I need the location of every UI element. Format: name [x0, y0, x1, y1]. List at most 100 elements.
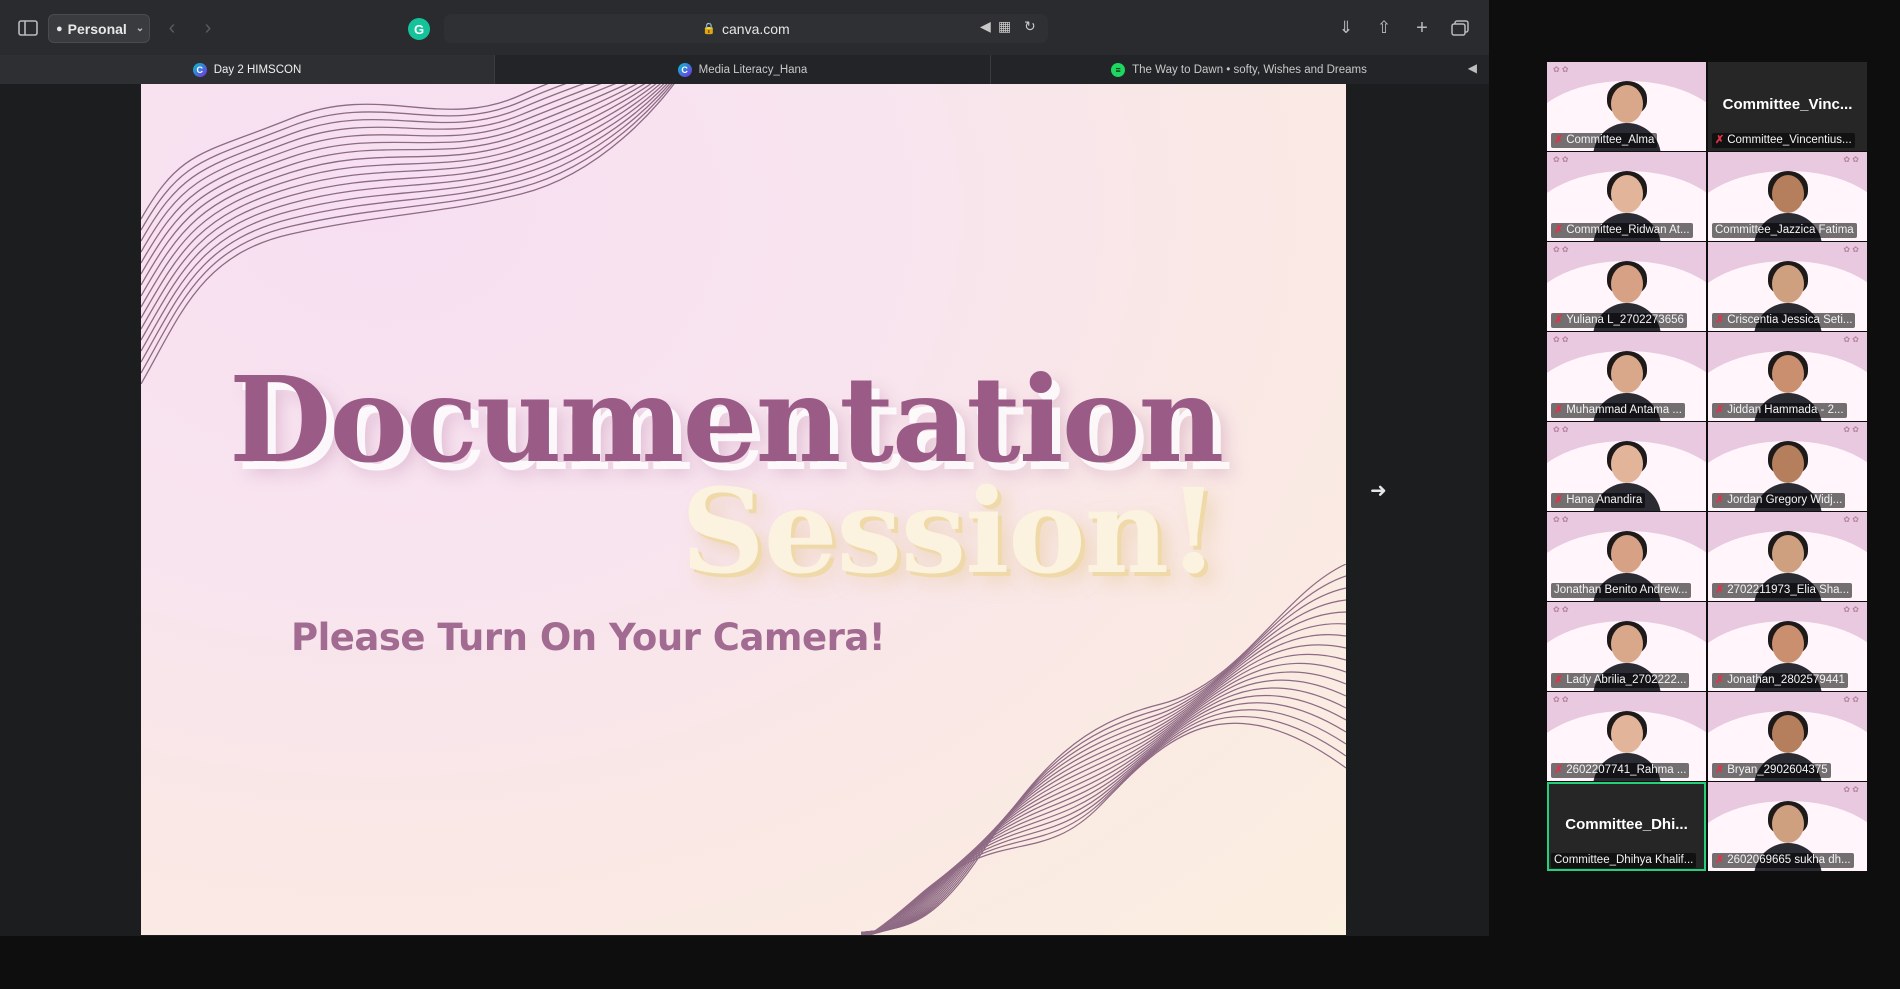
slide-subtitle: Please Turn On Your Camera! — [291, 616, 886, 659]
participant-name-label: ✗ Criscentia Jessica Seti... — [1712, 313, 1864, 328]
mic-muted-icon: ✗ — [1715, 764, 1725, 776]
mic-muted-icon: ✗ — [1715, 494, 1725, 506]
address-text: canva.com — [722, 20, 790, 37]
participant-name: Muhammad Antama ... — [1566, 404, 1682, 416]
mic-muted-icon: ✗ — [1715, 134, 1725, 146]
background-logo-icon: ✿ ✿ — [1843, 245, 1859, 254]
participant-name: 2702211973_Elia Sha... — [1727, 584, 1850, 596]
tab-overview-icon[interactable] — [1446, 14, 1474, 42]
tab-label: The Way to Dawn • softy, Wishes and Drea… — [1132, 63, 1367, 76]
participant-tile[interactable]: ✿ ✿ ✗ 2702211973_Elia Sha... — [1708, 512, 1867, 601]
mic-muted-icon: ✗ — [1715, 674, 1725, 686]
chevron-down-icon: ⌄ — [135, 23, 145, 34]
participant-name-label: Jonathan Benito Andrew... — [1551, 583, 1703, 598]
participant-tile[interactable]: ✿ ✿ ✗ 2602207741_Rahma ... — [1547, 692, 1706, 781]
background-logo-icon: ✿ ✿ — [1553, 605, 1569, 614]
address-bar[interactable]: 🔒 canva.com — [444, 14, 1048, 43]
participant-tile[interactable]: ✿ ✿ ✗ Yuliana L_2702273656 — [1547, 242, 1706, 331]
back-icon[interactable]: ‹ — [158, 14, 186, 42]
background-logo-icon: ✿ ✿ — [1843, 605, 1859, 614]
participant-name: Jiddan Hammada - 2... — [1727, 404, 1844, 416]
mic-muted-icon: ✗ — [1715, 314, 1725, 326]
participant-tile[interactable]: ✿ ✿ Jonathan Benito Andrew... — [1547, 512, 1706, 601]
background-logo-icon: ✿ ✿ — [1843, 785, 1859, 794]
participant-tile[interactable]: Committee_Dhi... Committee_Dhihya Khalif… — [1547, 782, 1706, 871]
participant-name-label: Committee_Dhihya Khalif... — [1551, 853, 1703, 868]
mic-muted-icon: ✗ — [1715, 584, 1725, 596]
participant-tile[interactable]: ✿ ✿ ✗ Jiddan Hammada - 2... — [1708, 332, 1867, 421]
participant-name-label: ✗ Jordan Gregory Widj... — [1712, 493, 1864, 508]
mic-muted-icon: ✗ — [1554, 134, 1564, 146]
share-icon[interactable]: ⇧ — [1370, 14, 1398, 42]
participant-name-label: ✗ 2602207741_Rahma ... — [1551, 763, 1703, 778]
participant-tile[interactable]: ✿ ✿ ✗ 2602069665 sukha dh... — [1708, 782, 1867, 871]
decorative-waves-bottom — [861, 564, 1346, 935]
presentation-slide: Documentation Session! Please Turn On Yo… — [141, 84, 1346, 935]
mic-muted-icon: ✗ — [1554, 494, 1564, 506]
participant-name: 2602069665 sukha dh... — [1727, 854, 1851, 866]
participant-name-label: ✗ Committee_Vincentius... — [1712, 133, 1864, 148]
participant-tile[interactable]: ✿ ✿ ✗ Committee_Alma — [1547, 62, 1706, 151]
background-logo-icon: ✿ ✿ — [1553, 155, 1569, 164]
participant-name: Yuliana L_2702273656 — [1566, 314, 1684, 326]
translate-icon[interactable]: ▦ — [998, 18, 1011, 35]
participant-name-label: ✗ Committee_Ridwan At... — [1551, 223, 1703, 238]
participant-name: Jordan Gregory Widj... — [1727, 494, 1843, 506]
participant-name-label: ✗ Muhammad Antama ... — [1551, 403, 1703, 418]
participant-name-label: ✗ 2702211973_Elia Sha... — [1712, 583, 1864, 598]
participant-name-label: ✗ Jonathan_2802579441 — [1712, 673, 1864, 688]
participant-name: Jonathan_2802579441 — [1727, 674, 1845, 686]
participant-tile[interactable]: ✿ ✿ ✗ Jonathan_2802579441 — [1708, 602, 1867, 691]
participant-display-name: Committee_Dhi... — [1565, 816, 1688, 833]
decorative-waves-top — [141, 84, 675, 384]
mic-muted-icon: ✗ — [1554, 314, 1564, 326]
new-tab-icon[interactable]: + — [1408, 14, 1436, 42]
participant-tile[interactable]: ✿ ✿ ✗ Jordan Gregory Widj... — [1708, 422, 1867, 511]
participant-name-label: ✗ 2602069665 sukha dh... — [1712, 853, 1864, 868]
person-icon: ● — [56, 22, 63, 35]
participant-tile[interactable]: ✿ ✿ Committee_Jazzica Fatima — [1708, 152, 1867, 241]
profile-button[interactable]: ● Personal ⌄ — [48, 14, 150, 43]
audio-playing-icon[interactable]: ◀ — [1468, 61, 1477, 75]
browser-window: ● Personal ⌄ ‹ › G 🔒 canva.com ◀ ▦ ↻ ⇓ ⇧… — [0, 0, 1489, 936]
download-icon[interactable]: ⇓ — [1332, 14, 1360, 42]
participant-name: Committee_Vincentius... — [1727, 134, 1852, 146]
background-logo-icon: ✿ ✿ — [1843, 515, 1859, 524]
participant-name-label: ✗ Yuliana L_2702273656 — [1551, 313, 1703, 328]
background-logo-icon: ✿ ✿ — [1553, 425, 1569, 434]
participant-name-label: ✗ Committee_Alma — [1551, 133, 1703, 148]
mouse-cursor-icon: ➜ — [1370, 480, 1387, 502]
background-logo-icon: ✿ ✿ — [1843, 695, 1859, 704]
speaker-icon[interactable]: ◀ — [980, 18, 991, 35]
participant-tile[interactable]: ✿ ✿ ✗ Bryan_2902604375 — [1708, 692, 1867, 781]
spotify-icon: ≡ — [1111, 62, 1126, 77]
forward-icon[interactable]: › — [194, 14, 222, 42]
mic-muted-icon: ✗ — [1715, 404, 1725, 416]
background-logo-icon: ✿ ✿ — [1553, 245, 1569, 254]
participant-tile[interactable]: ✿ ✿ ✗ Hana Anandira — [1547, 422, 1706, 511]
sidebar-toggle-icon[interactable] — [14, 14, 42, 42]
reload-icon[interactable]: ↻ — [1024, 18, 1036, 35]
participant-name: Hana Anandira — [1566, 494, 1643, 506]
participant-name: Committee_Jazzica Fatima — [1715, 224, 1854, 236]
tab-spotify[interactable]: ≡ The Way to Dawn • softy, Wishes and Dr… — [991, 55, 1487, 84]
participant-name: Committee_Dhihya Khalif... — [1554, 854, 1694, 866]
participant-name: Bryan_2902604375 — [1727, 764, 1828, 776]
mic-muted-icon: ✗ — [1554, 764, 1564, 776]
participant-name: Lady Abrilia_2702222... — [1566, 674, 1687, 686]
participant-tile[interactable]: Committee_Vinc... ✗ Committee_Vincentius… — [1708, 62, 1867, 151]
tab-label: Day 2 HIMSCON — [213, 63, 302, 76]
participant-tile[interactable]: ✿ ✿ ✗ Lady Abrilia_2702222... — [1547, 602, 1706, 691]
background-logo-icon: ✿ ✿ — [1843, 155, 1859, 164]
participant-tile[interactable]: ✿ ✿ ✗ Committee_Ridwan At... — [1547, 152, 1706, 241]
participant-name-label: ✗ Bryan_2902604375 — [1712, 763, 1864, 778]
participant-name: Criscentia Jessica Seti... — [1727, 314, 1853, 326]
grammarly-extension-icon[interactable]: G — [408, 18, 430, 40]
participant-name: 2602207741_Rahma ... — [1566, 764, 1687, 776]
tab-media-literacy[interactable]: C Media Literacy_Hana — [495, 55, 991, 84]
participant-tile[interactable]: ✿ ✿ ✗ Criscentia Jessica Seti... — [1708, 242, 1867, 331]
mic-muted-icon: ✗ — [1554, 404, 1564, 416]
slide-title-line2: Session! — [681, 464, 1219, 600]
participant-tile[interactable]: ✿ ✿ ✗ Muhammad Antama ... — [1547, 332, 1706, 421]
tab-day2-himscon[interactable]: C Day 2 HIMSCON — [0, 55, 495, 84]
